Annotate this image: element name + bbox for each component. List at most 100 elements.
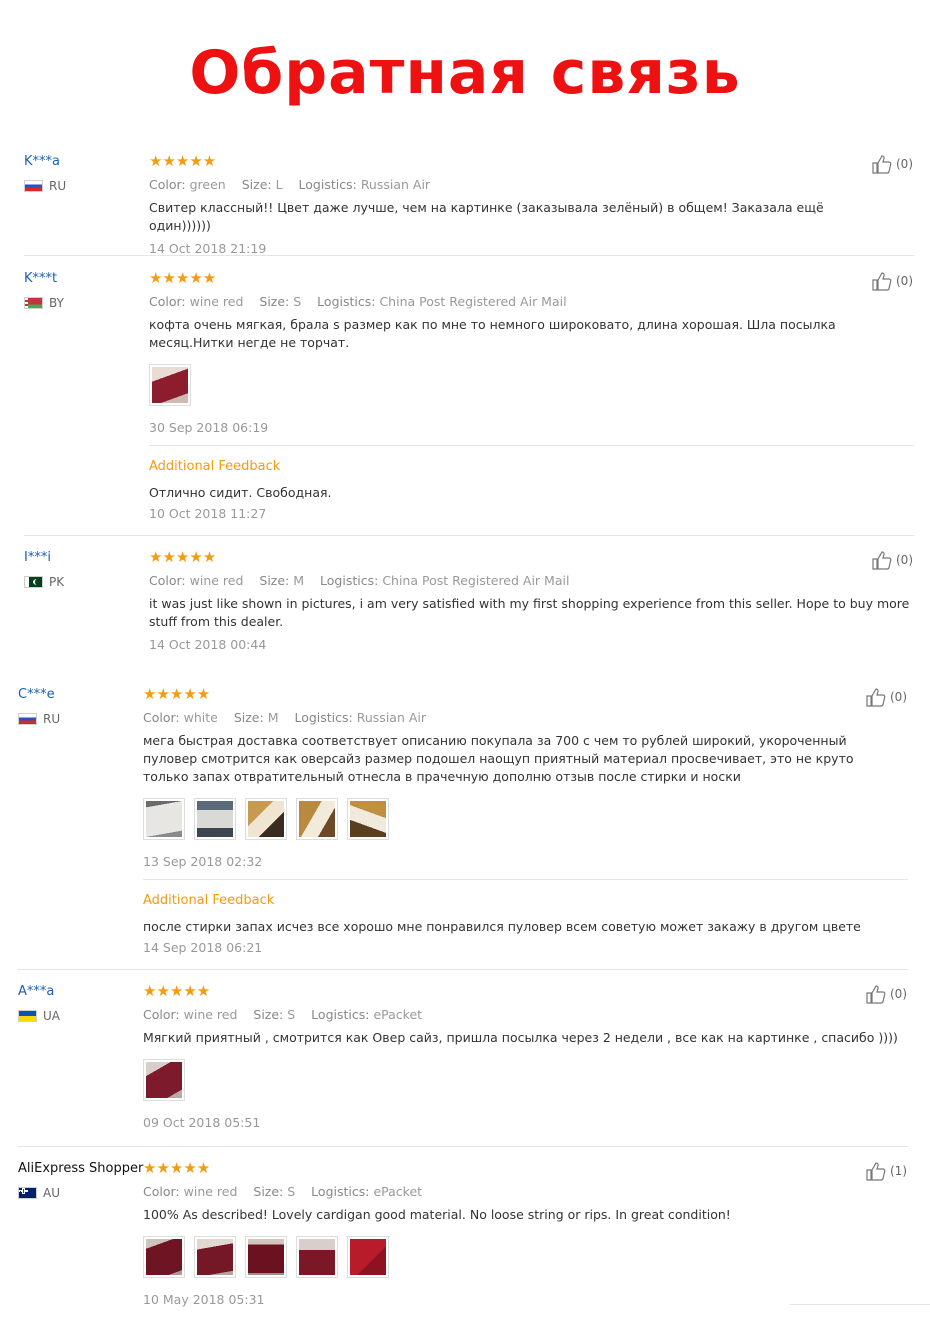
logistics-value: ePacket [373, 1184, 423, 1199]
additional-divider [149, 445, 914, 446]
buyer-country: RU [24, 179, 66, 193]
review-photo[interactable] [143, 1059, 185, 1101]
review-photo[interactable] [347, 1236, 389, 1278]
color-value: wine red [183, 1184, 238, 1199]
star-rating: ★★★★★ [149, 269, 217, 287]
review-content: ★★★★★ Color: green Size: L Logistics: Ru… [149, 154, 884, 257]
size-value: M [267, 710, 279, 725]
color-label: Color: [143, 1184, 180, 1199]
size-value: S [293, 294, 302, 309]
review-content: ★★★★★ Color: wine red Size: S Logistics:… [143, 1161, 908, 1307]
review-content: ★★★★★ Color: wine red Size: M Logistics:… [149, 550, 914, 653]
helpful-button[interactable]: (0) [872, 271, 913, 291]
photo-gallery [143, 1059, 908, 1101]
buyer-country: PK [24, 575, 64, 589]
logistics-label: Logistics: [298, 177, 357, 192]
buyer-name[interactable]: I***i [24, 550, 51, 565]
review-date: 09 Oct 2018 05:51 [143, 1115, 261, 1130]
helpful-button[interactable]: (0) [872, 550, 913, 570]
size-label: Size: [253, 1007, 284, 1022]
thumbs-up-icon [866, 985, 886, 1004]
logistics-label: Logistics: [311, 1184, 370, 1199]
logistics-value: Russian Air [356, 710, 427, 725]
review-attributes: Color: wine red Size: S Logistics: ePack… [143, 1007, 908, 1022]
flag-ru-icon [18, 713, 37, 725]
color-label: Color: [143, 710, 180, 725]
color-label: Color: [149, 573, 186, 588]
color-label: Color: [149, 177, 186, 192]
flag-ua-icon [18, 1010, 37, 1022]
helpful-count: (0) [896, 553, 913, 567]
color-value: wine red [183, 1007, 238, 1022]
review-divider [24, 255, 914, 256]
buyer-name[interactable]: C***e [18, 687, 55, 702]
review-text: мега быстрая доставка соответствует опис… [143, 733, 854, 784]
buyer-country: RU [18, 712, 60, 726]
flag-pk-icon [24, 576, 43, 588]
buyer-country: BY [24, 296, 64, 310]
review-divider [18, 1146, 908, 1147]
helpful-button[interactable]: (0) [866, 687, 907, 707]
review-attributes: Color: white Size: M Logistics: Russian … [143, 710, 908, 725]
page-title: Обратная связь [189, 38, 741, 108]
photo-gallery [143, 798, 908, 840]
additional-feedback-text: после стирки запах исчез все хорошо мне … [143, 919, 861, 934]
review-photo[interactable] [296, 798, 338, 840]
helpful-button[interactable]: (0) [866, 984, 907, 1004]
star-rating: ★★★★★ [143, 982, 211, 1000]
country-code: RU [43, 712, 61, 726]
review-photo[interactable] [194, 1236, 236, 1278]
color-label: Color: [149, 294, 186, 309]
star-rating: ★★★★★ [143, 1159, 211, 1177]
photo-gallery [149, 364, 914, 406]
additional-feedback-text: Отлично сидит. Свободная. [149, 485, 332, 500]
helpful-count: (0) [896, 274, 913, 288]
size-label: Size: [241, 177, 272, 192]
review-photo[interactable] [245, 1236, 287, 1278]
logistics-label: Logistics: [317, 294, 376, 309]
review-photo[interactable] [296, 1236, 338, 1278]
country-code: UA [43, 1009, 60, 1023]
size-value: S [287, 1007, 296, 1022]
buyer-name[interactable]: A***a [18, 984, 54, 999]
review-photo[interactable] [245, 798, 287, 840]
helpful-button[interactable]: (1) [866, 1161, 907, 1181]
buyer-country: AU [18, 1186, 60, 1200]
buyer-country: UA [18, 1009, 60, 1023]
country-code: PK [49, 575, 65, 589]
thumbs-up-icon [872, 155, 892, 174]
review-divider [790, 1304, 930, 1305]
review-date: 14 Oct 2018 21:19 [149, 241, 267, 256]
logistics-label: Logistics: [311, 1007, 370, 1022]
review-attributes: Color: wine red Size: S Logistics: China… [149, 294, 914, 309]
star-rating: ★★★★★ [143, 685, 211, 703]
helpful-button[interactable]: (0) [872, 154, 913, 174]
review-photo[interactable] [347, 798, 389, 840]
flag-au-icon [18, 1187, 37, 1199]
review-photo[interactable] [143, 1236, 185, 1278]
size-value: M [293, 573, 305, 588]
review-photo[interactable] [194, 798, 236, 840]
review-divider [24, 535, 914, 536]
additional-feedback-title: Additional Feedback [143, 893, 275, 908]
logistics-value: China Post Registered Air Mail [382, 573, 570, 588]
review-text: it was just like shown in pictures, i am… [149, 596, 910, 629]
review-divider [18, 969, 908, 970]
logistics-label: Logistics: [294, 710, 353, 725]
buyer-name[interactable]: K***t [24, 271, 57, 286]
logistics-value: ePacket [373, 1007, 423, 1022]
helpful-count: (0) [890, 690, 907, 704]
thumbs-up-icon [872, 551, 892, 570]
additional-divider [143, 879, 908, 880]
review-content: ★★★★★ Color: wine red Size: S Logistics:… [143, 984, 908, 1130]
review-photo[interactable] [143, 798, 185, 840]
review-date: 30 Sep 2018 06:19 [149, 420, 269, 435]
logistics-value: Russian Air [360, 177, 431, 192]
additional-feedback-title: Additional Feedback [149, 459, 281, 474]
logistics-label: Logistics: [320, 573, 379, 588]
buyer-name[interactable]: K***a [24, 154, 60, 169]
size-label: Size: [233, 710, 264, 725]
helpful-count: (0) [896, 157, 913, 171]
review-photo[interactable] [149, 364, 191, 406]
photo-gallery [143, 1236, 908, 1278]
